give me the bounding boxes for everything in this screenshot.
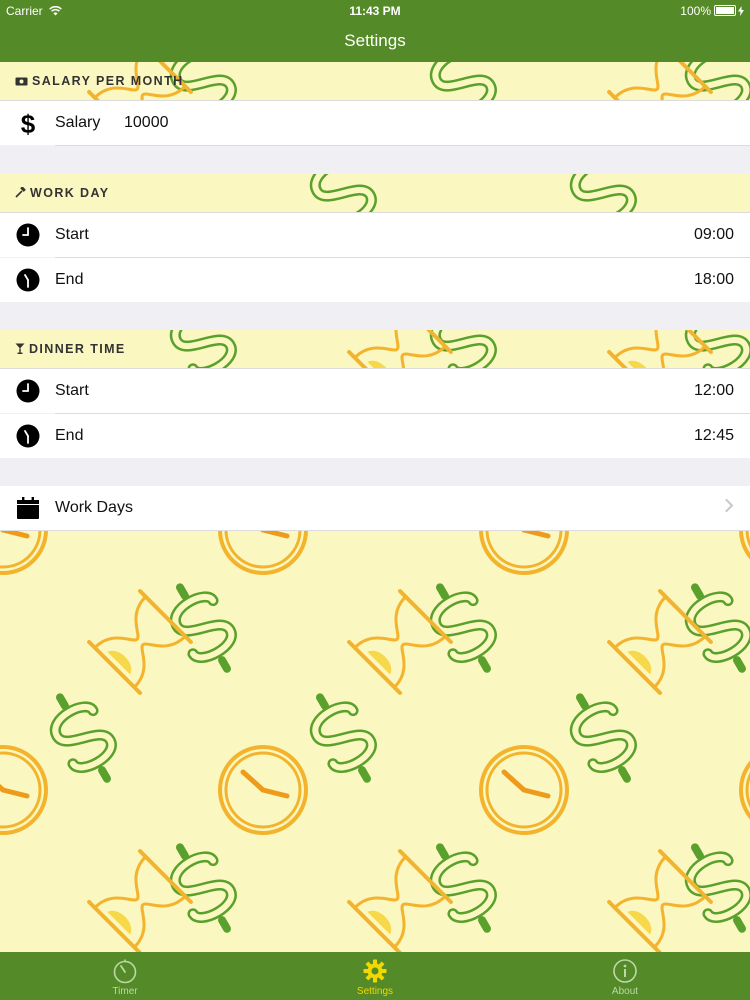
work-day-end-value[interactable]: 18:00: [694, 271, 734, 289]
battery-icon: [714, 5, 736, 16]
work-day-end-row[interactable]: End 18:00: [0, 258, 750, 302]
tab-settings[interactable]: Settings: [250, 952, 500, 1000]
dinner-end-row[interactable]: End 12:45: [0, 414, 750, 458]
clock-end-icon: [16, 268, 40, 292]
work-day-start-value[interactable]: 09:00: [694, 226, 734, 244]
work-day-start-label: Start: [55, 226, 89, 243]
status-time: 11:43 PM: [349, 4, 401, 18]
page-title: Settings: [344, 31, 406, 50]
dinner-end-value[interactable]: 12:45: [694, 427, 734, 445]
battery: 100%: [680, 4, 744, 18]
dollar-sign-icon: $: [16, 109, 40, 139]
salary-input[interactable]: 10000: [124, 114, 169, 132]
work-days-label: Work Days: [55, 499, 133, 516]
dinner-start-value[interactable]: 12:00: [694, 382, 734, 400]
section-header-work-day: WORK DAY: [0, 174, 750, 212]
charging-icon: [738, 6, 744, 16]
section-header-dinner-time: DINNER TIME: [0, 330, 750, 368]
tab-bar: Timer Settings About: [0, 952, 750, 1000]
work-days-row[interactable]: Work Days: [0, 486, 750, 530]
work-day-end-label: End: [55, 271, 84, 288]
clock-end-icon: [16, 424, 40, 448]
salary-row[interactable]: $ Salary 10000: [0, 101, 750, 145]
gear-icon: [362, 958, 388, 987]
calendar-icon: [16, 496, 40, 520]
chevron-right-icon: [725, 499, 734, 518]
nav-bar: Settings: [0, 22, 750, 62]
clock-start-icon: [16, 379, 40, 403]
timer-icon: [112, 958, 138, 987]
money-icon: [15, 77, 28, 86]
info-icon: [612, 958, 638, 987]
dinner-start-row[interactable]: Start 12:00: [0, 369, 750, 413]
section-header-salary: SALARY PER MONTH: [0, 62, 750, 100]
svg-text:$: $: [21, 111, 36, 137]
tab-about[interactable]: About: [500, 952, 750, 1000]
hammer-icon: [15, 186, 26, 198]
work-day-start-row[interactable]: Start 09:00: [0, 213, 750, 257]
cocktail-icon: [15, 343, 25, 355]
status-bar: Carrier 11:43 PM 100%: [0, 0, 750, 22]
tab-timer[interactable]: Timer: [0, 952, 250, 1000]
salary-label: Salary: [55, 114, 101, 131]
clock-start-icon: [16, 223, 40, 247]
dinner-start-label: Start: [55, 382, 89, 399]
settings-table: SALARY PER MONTH $ Salary 10000 WORK DAY…: [0, 62, 750, 531]
dinner-end-label: End: [55, 427, 84, 444]
